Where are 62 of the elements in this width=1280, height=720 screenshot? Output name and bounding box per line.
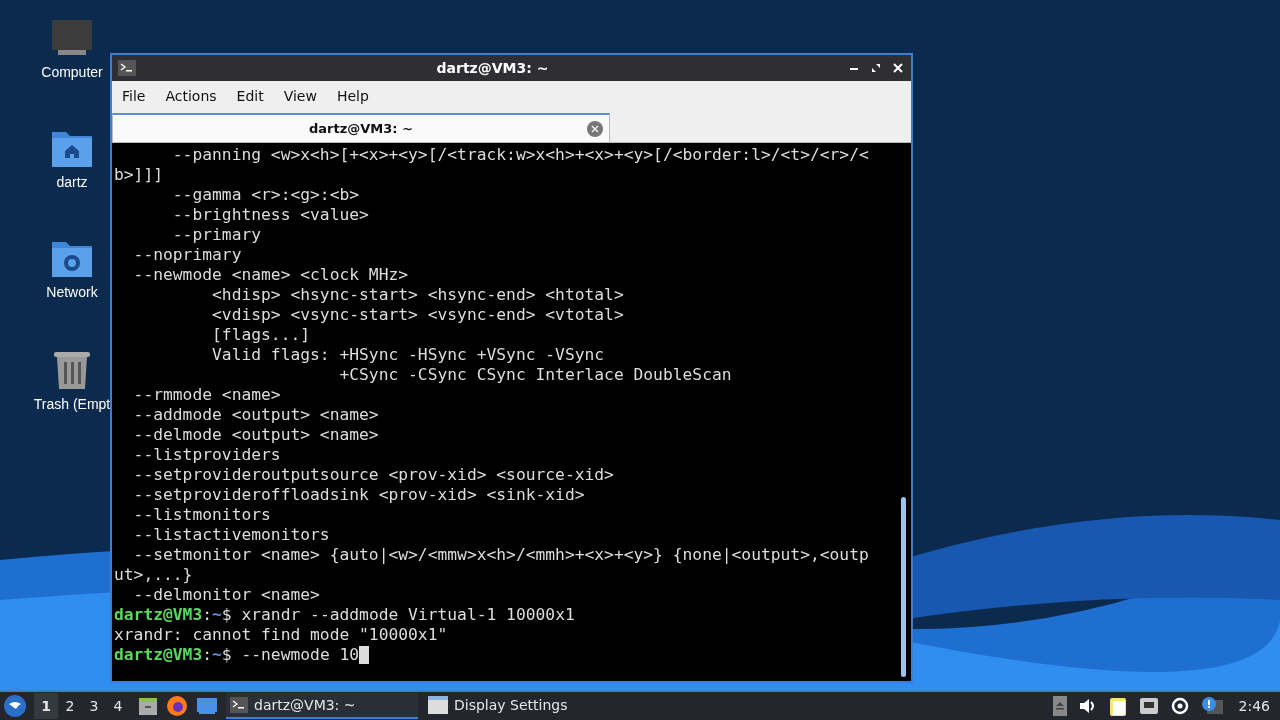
terminal-line: --gamma <r>:<g>:<b> bbox=[171, 185, 361, 205]
prompt-line: dartz@VM3:~$ xrandr --addmode Virtual-1 10000x1 bbox=[114, 605, 575, 625]
terminal-line: Valid flags: +HSync -HSync +VSync -VSync bbox=[211, 345, 606, 365]
terminal-line: --listmonitors bbox=[132, 505, 272, 525]
taskbar-button[interactable]: dartz@VM3: ~ bbox=[226, 693, 418, 719]
terminal-line: [flags...] bbox=[211, 325, 312, 345]
file-manager-icon[interactable] bbox=[138, 696, 158, 716]
terminal-icon bbox=[118, 60, 136, 76]
scrollbar-thumb[interactable] bbox=[901, 497, 906, 677]
start-menu-icon[interactable] bbox=[4, 695, 26, 717]
network-icon[interactable] bbox=[1138, 697, 1159, 715]
menu-item[interactable]: View bbox=[273, 88, 327, 104]
terminal-line: --primary bbox=[171, 225, 263, 245]
close-icon[interactable] bbox=[893, 63, 903, 73]
menu-item[interactable]: Edit bbox=[226, 88, 274, 104]
terminal-line: --rmmode <name> bbox=[132, 385, 282, 405]
terminal-line: --delmonitor <name> bbox=[132, 585, 321, 605]
terminal-line: --setprovideroffloadsink <prov-xid> <sink-xid> bbox=[132, 485, 586, 505]
icon-label: Trash (Empt bbox=[33, 396, 111, 412]
window-icon bbox=[428, 696, 448, 714]
window-title: dartz@VM3: ~ bbox=[435, 60, 550, 76]
terminal-line: --newmode <name> <clock MHz> bbox=[132, 265, 410, 285]
workspace-button[interactable]: 2 bbox=[58, 693, 82, 719]
clock: 2:46 bbox=[1238, 698, 1270, 714]
terminal-line: --setprovideroutputsource <prov-xid> <source-xid> bbox=[132, 465, 615, 485]
terminal-line: --noprimary bbox=[132, 245, 243, 265]
terminal-line: --listactivemonitors bbox=[132, 525, 331, 545]
terminal-line: --listproviders bbox=[132, 445, 282, 465]
prompt-line: dartz@VM3:~$ --newmode 10 bbox=[114, 645, 360, 665]
terminal-line: <hdisp> <hsync-start> <hsync-end> <htotal> bbox=[211, 285, 625, 305]
close-tab-icon[interactable] bbox=[587, 121, 603, 137]
menu-item[interactable]: File bbox=[112, 88, 156, 104]
terminal-line: ut>,...} bbox=[114, 565, 194, 585]
terminal-line: <vdisp> <vsync-start> <vsync-end> <vtotal> bbox=[211, 305, 625, 325]
eject-icon[interactable] bbox=[1052, 696, 1067, 716]
maximize-icon[interactable] bbox=[871, 63, 881, 73]
icon-label: Computer bbox=[41, 64, 103, 80]
workspace-button[interactable]: 3 bbox=[82, 693, 106, 719]
terminal-line: b>]]] bbox=[114, 165, 164, 185]
terminal-icon bbox=[230, 697, 248, 713]
browser-icon[interactable] bbox=[166, 695, 188, 717]
taskbar-button[interactable]: Display Settings bbox=[424, 693, 616, 719]
clipboard-icon[interactable] bbox=[1108, 696, 1127, 716]
icon-label: dartz bbox=[56, 174, 88, 190]
menu-item[interactable]: Help bbox=[326, 88, 379, 104]
terminal-line: --delmode <output> <name> bbox=[132, 425, 380, 445]
computer-icon[interactable] bbox=[50, 18, 94, 58]
menu-item[interactable]: Actions bbox=[155, 88, 227, 104]
tab[interactable]: dartz@VM3: ~ bbox=[112, 113, 610, 142]
terminal-line: --addmode <output> <name> bbox=[132, 405, 380, 425]
notification-icon[interactable] bbox=[1200, 696, 1223, 716]
terminal-line: --brightness <value> bbox=[171, 205, 370, 225]
workspace-button[interactable]: 1 bbox=[34, 693, 58, 719]
terminal-line: xrandr: cannot find mode "10000x1" bbox=[114, 625, 449, 645]
desktop-icon[interactable] bbox=[196, 697, 218, 715]
terminal-line: --setmonitor <name> {auto|<w>/<mmw>x<h>/<mmh>+<x>+<y>} {none|<output>,<outp bbox=[132, 545, 870, 565]
update-icon[interactable] bbox=[1170, 697, 1189, 715]
terminal-line: +CSync -CSync CSync Interlace DoubleScan bbox=[338, 365, 733, 385]
icon-label: Network bbox=[46, 284, 98, 300]
terminal-line: --panning <w>x<h>[+<x>+<y>[/<track:w>x<h>+<x>+<y>[/<border:l>/<t>/<r>/< bbox=[171, 145, 870, 165]
workspace-button[interactable]: 4 bbox=[106, 693, 130, 719]
volume-icon[interactable] bbox=[1078, 698, 1097, 714]
